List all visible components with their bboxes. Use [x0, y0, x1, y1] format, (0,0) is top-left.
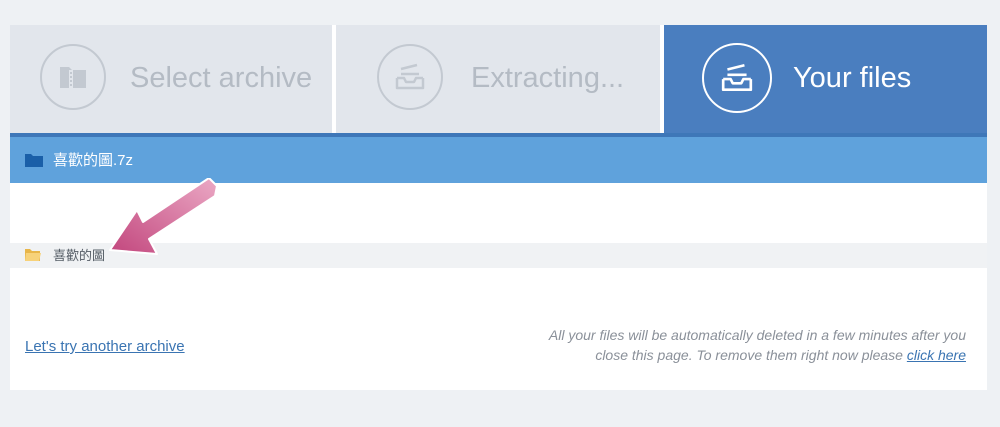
- file-name: 喜歡的圖: [53, 248, 106, 263]
- step-label: Select archive: [130, 62, 313, 94]
- try-another-archive-link[interactable]: Let's try another archive: [25, 337, 185, 357]
- auto-delete-notice: All your files will be automatically del…: [526, 325, 966, 365]
- step-your-files[interactable]: Your files: [664, 25, 987, 133]
- step-circle: [702, 43, 772, 113]
- folder-icon: [25, 154, 43, 167]
- archive-breadcrumb[interactable]: 喜歡的圖.7z: [10, 133, 987, 183]
- notice-text: All your files will be automatically del…: [548, 327, 966, 363]
- step-extracting[interactable]: Extracting...: [336, 25, 660, 133]
- open-folder-icon: [25, 249, 41, 261]
- step-circle: [377, 44, 443, 110]
- step-circle: [40, 44, 106, 110]
- archive-name: 喜歡的圖.7z: [53, 152, 134, 169]
- progress-steps: Select archive Extracting... Your files: [10, 25, 987, 133]
- step-label: Extracting...: [471, 62, 625, 94]
- annotation-arrow-icon: [109, 178, 218, 255]
- delete-now-link[interactable]: click here: [907, 347, 966, 363]
- step-select-archive[interactable]: Select archive: [10, 25, 332, 133]
- step-label: Your files: [793, 62, 912, 94]
- tray-icon: [395, 63, 425, 90]
- tray-icon: [721, 63, 753, 92]
- zip-archive-icon: [60, 67, 86, 88]
